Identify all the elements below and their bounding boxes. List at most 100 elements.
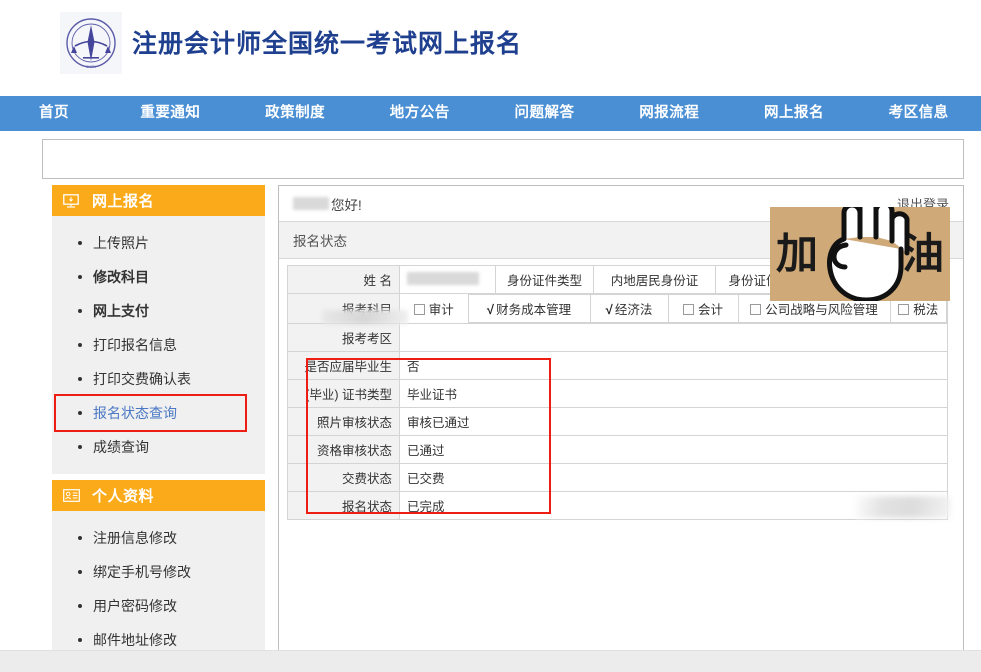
encouragement-watermark: 加 油 [770, 207, 950, 301]
sidebar-item-label: 上传照片 [93, 233, 149, 253]
subject-option-audit[interactable]: 审计 [400, 295, 468, 323]
redacted-footer-note [855, 496, 950, 518]
cell-registration-status-label: 报名状态 [288, 492, 400, 520]
bullet-icon [78, 638, 82, 642]
registration-info-table: 姓 名 身份证件类型 内地居民身份证 身份证件 报考科目 [287, 265, 948, 520]
nav-item-home[interactable]: 首页 [0, 96, 108, 131]
redacted-name-value [407, 272, 479, 285]
sidebar-item-score-query[interactable]: 成绩查询 [52, 430, 265, 464]
id-card-icon [62, 488, 80, 504]
subject-label: 会计 [698, 303, 723, 317]
nav-item-local-announcements[interactable]: 地方公告 [357, 96, 482, 131]
cell-name-value [400, 266, 496, 294]
check-mark-icon: √ [487, 302, 494, 317]
bullet-icon [78, 570, 82, 574]
bullet-icon [78, 411, 82, 415]
subject-label: 经济法 [615, 303, 653, 317]
table-row: 报名状态 已完成 [288, 492, 948, 520]
nav-item-policy[interactable]: 政策制度 [233, 96, 358, 131]
cell-fresh-graduate-value: 否 [400, 352, 948, 380]
sidebar-item-modify-subjects[interactable]: 修改科目 [52, 260, 265, 294]
page-title: 注册会计师全国统一考试网上报名 [132, 24, 522, 60]
table-row: 照片审核状态 审核已通过 [288, 408, 948, 436]
nav-item-online-registration[interactable]: 网上报名 [732, 96, 857, 131]
sidebar-item-label: 注册信息修改 [93, 528, 177, 548]
sidebar-item-label: 报名状态查询 [93, 403, 177, 423]
subject-label: 税法 [913, 303, 938, 317]
subject-option-accounting[interactable]: 会计 [668, 295, 738, 323]
cell-name-label: 姓 名 [288, 266, 400, 294]
table-row: 是否应届毕业生 否 [288, 352, 948, 380]
sidebar-item-label: 绑定手机号修改 [93, 562, 191, 582]
sidebar-item-online-payment[interactable]: 网上支付 [52, 294, 265, 328]
subject-option-economic-law[interactable]: √经济法 [590, 295, 668, 323]
bullet-icon [78, 377, 82, 381]
sidebar-item-print-registration-info[interactable]: 打印报名信息 [52, 328, 265, 362]
cell-photo-review-label: 照片审核状态 [288, 408, 400, 436]
bullet-icon [78, 241, 82, 245]
cell-exam-area-label: 报考考区 [288, 324, 400, 352]
cell-certificate-type-label: (毕业) 证书类型 [288, 380, 400, 408]
bullet-icon [78, 343, 82, 347]
redacted-exam-area [322, 310, 408, 324]
cell-qualification-review-value: 已通过 [400, 436, 948, 464]
page-root: CICPA 注册会计师全国统一考试网上报名 首页 重要通知 政策制度 地方公告 … [0, 0, 981, 672]
cell-id-type-value: 内地居民身份证 [594, 266, 716, 294]
subject-label: 审计 [429, 303, 454, 317]
sidebar-item-modify-phone[interactable]: 绑定手机号修改 [52, 555, 265, 589]
subject-option-financial-cost-management[interactable]: √财务成本管理 [468, 295, 590, 323]
table-row: 交费状态 已交费 [288, 464, 948, 492]
greeting-suffix: 您好! [331, 194, 362, 214]
checkbox-icon[interactable] [750, 304, 761, 315]
checkbox-icon[interactable] [898, 304, 909, 315]
nav-item-notices[interactable]: 重要通知 [108, 96, 233, 131]
sidebar-section-header-registration: 网上报名 [52, 185, 265, 216]
nav-item-process[interactable]: 网报流程 [607, 96, 732, 131]
sidebar-section-title: 网上报名 [92, 190, 154, 211]
status-tab-label: 报名状态 [293, 230, 347, 250]
nav-item-exam-area-info[interactable]: 考区信息 [856, 96, 981, 131]
sidebar-item-label: 成绩查询 [93, 437, 149, 457]
nav-item-faq[interactable]: 问题解答 [482, 96, 607, 131]
watermark-left-char: 加 [776, 233, 818, 275]
sidebar: 网上报名 上传照片 修改科目 网上支付 打印报名信息 打印交费确认表 [52, 185, 265, 667]
sidebar-item-label: 修改科目 [93, 267, 149, 287]
checkbox-icon[interactable] [414, 304, 425, 315]
sidebar-section-title: 个人资料 [92, 485, 154, 506]
cell-payment-status-label: 交费状态 [288, 464, 400, 492]
sidebar-item-label: 打印交费确认表 [93, 369, 191, 389]
cell-certificate-type-value: 毕业证书 [400, 380, 948, 408]
sidebar-section-header-profile: 个人资料 [52, 480, 265, 511]
sidebar-item-label: 网上支付 [93, 301, 149, 321]
monitor-icon [62, 193, 80, 209]
checkbox-icon[interactable] [683, 304, 694, 315]
bullet-icon [78, 604, 82, 608]
cell-exam-area-value [400, 324, 948, 352]
table-row: 资格审核状态 已通过 [288, 436, 948, 464]
sidebar-item-registration-status-query[interactable]: 报名状态查询 [56, 396, 245, 430]
main-navigation: 首页 重要通知 政策制度 地方公告 问题解答 网报流程 网上报名 考区信息 [0, 96, 981, 131]
sidebar-list-profile: 注册信息修改 绑定手机号修改 用户密码修改 邮件地址修改 [52, 511, 265, 667]
greeting-text: 您好! [293, 194, 362, 214]
sidebar-item-modify-password[interactable]: 用户密码修改 [52, 589, 265, 623]
bullet-icon [78, 536, 82, 540]
sidebar-item-label: 用户密码修改 [93, 596, 177, 616]
cell-photo-review-value: 审核已通过 [400, 408, 948, 436]
bullet-icon [78, 445, 82, 449]
redacted-user-name [293, 197, 329, 210]
table-row-exam-area: 报考考区 [288, 324, 948, 352]
site-header: CICPA 注册会计师全国统一考试网上报名 [0, 0, 981, 96]
cell-fresh-graduate-label: 是否应届毕业生 [288, 352, 400, 380]
footer-bar [0, 650, 981, 672]
fist-hand-icon [816, 207, 916, 301]
breadcrumb [42, 139, 964, 179]
cell-id-type-label: 身份证件类型 [496, 266, 594, 294]
cpa-emblem-icon: CICPA [60, 12, 122, 74]
sidebar-item-upload-photo[interactable]: 上传照片 [52, 226, 265, 260]
table-row: (毕业) 证书类型 毕业证书 [288, 380, 948, 408]
subject-label: 财务成本管理 [496, 303, 571, 317]
svg-text:CICPA: CICPA [86, 65, 97, 69]
sidebar-item-label: 打印报名信息 [93, 335, 177, 355]
sidebar-item-modify-registration-info[interactable]: 注册信息修改 [52, 521, 265, 555]
sidebar-item-print-payment-confirmation[interactable]: 打印交费确认表 [52, 362, 265, 396]
